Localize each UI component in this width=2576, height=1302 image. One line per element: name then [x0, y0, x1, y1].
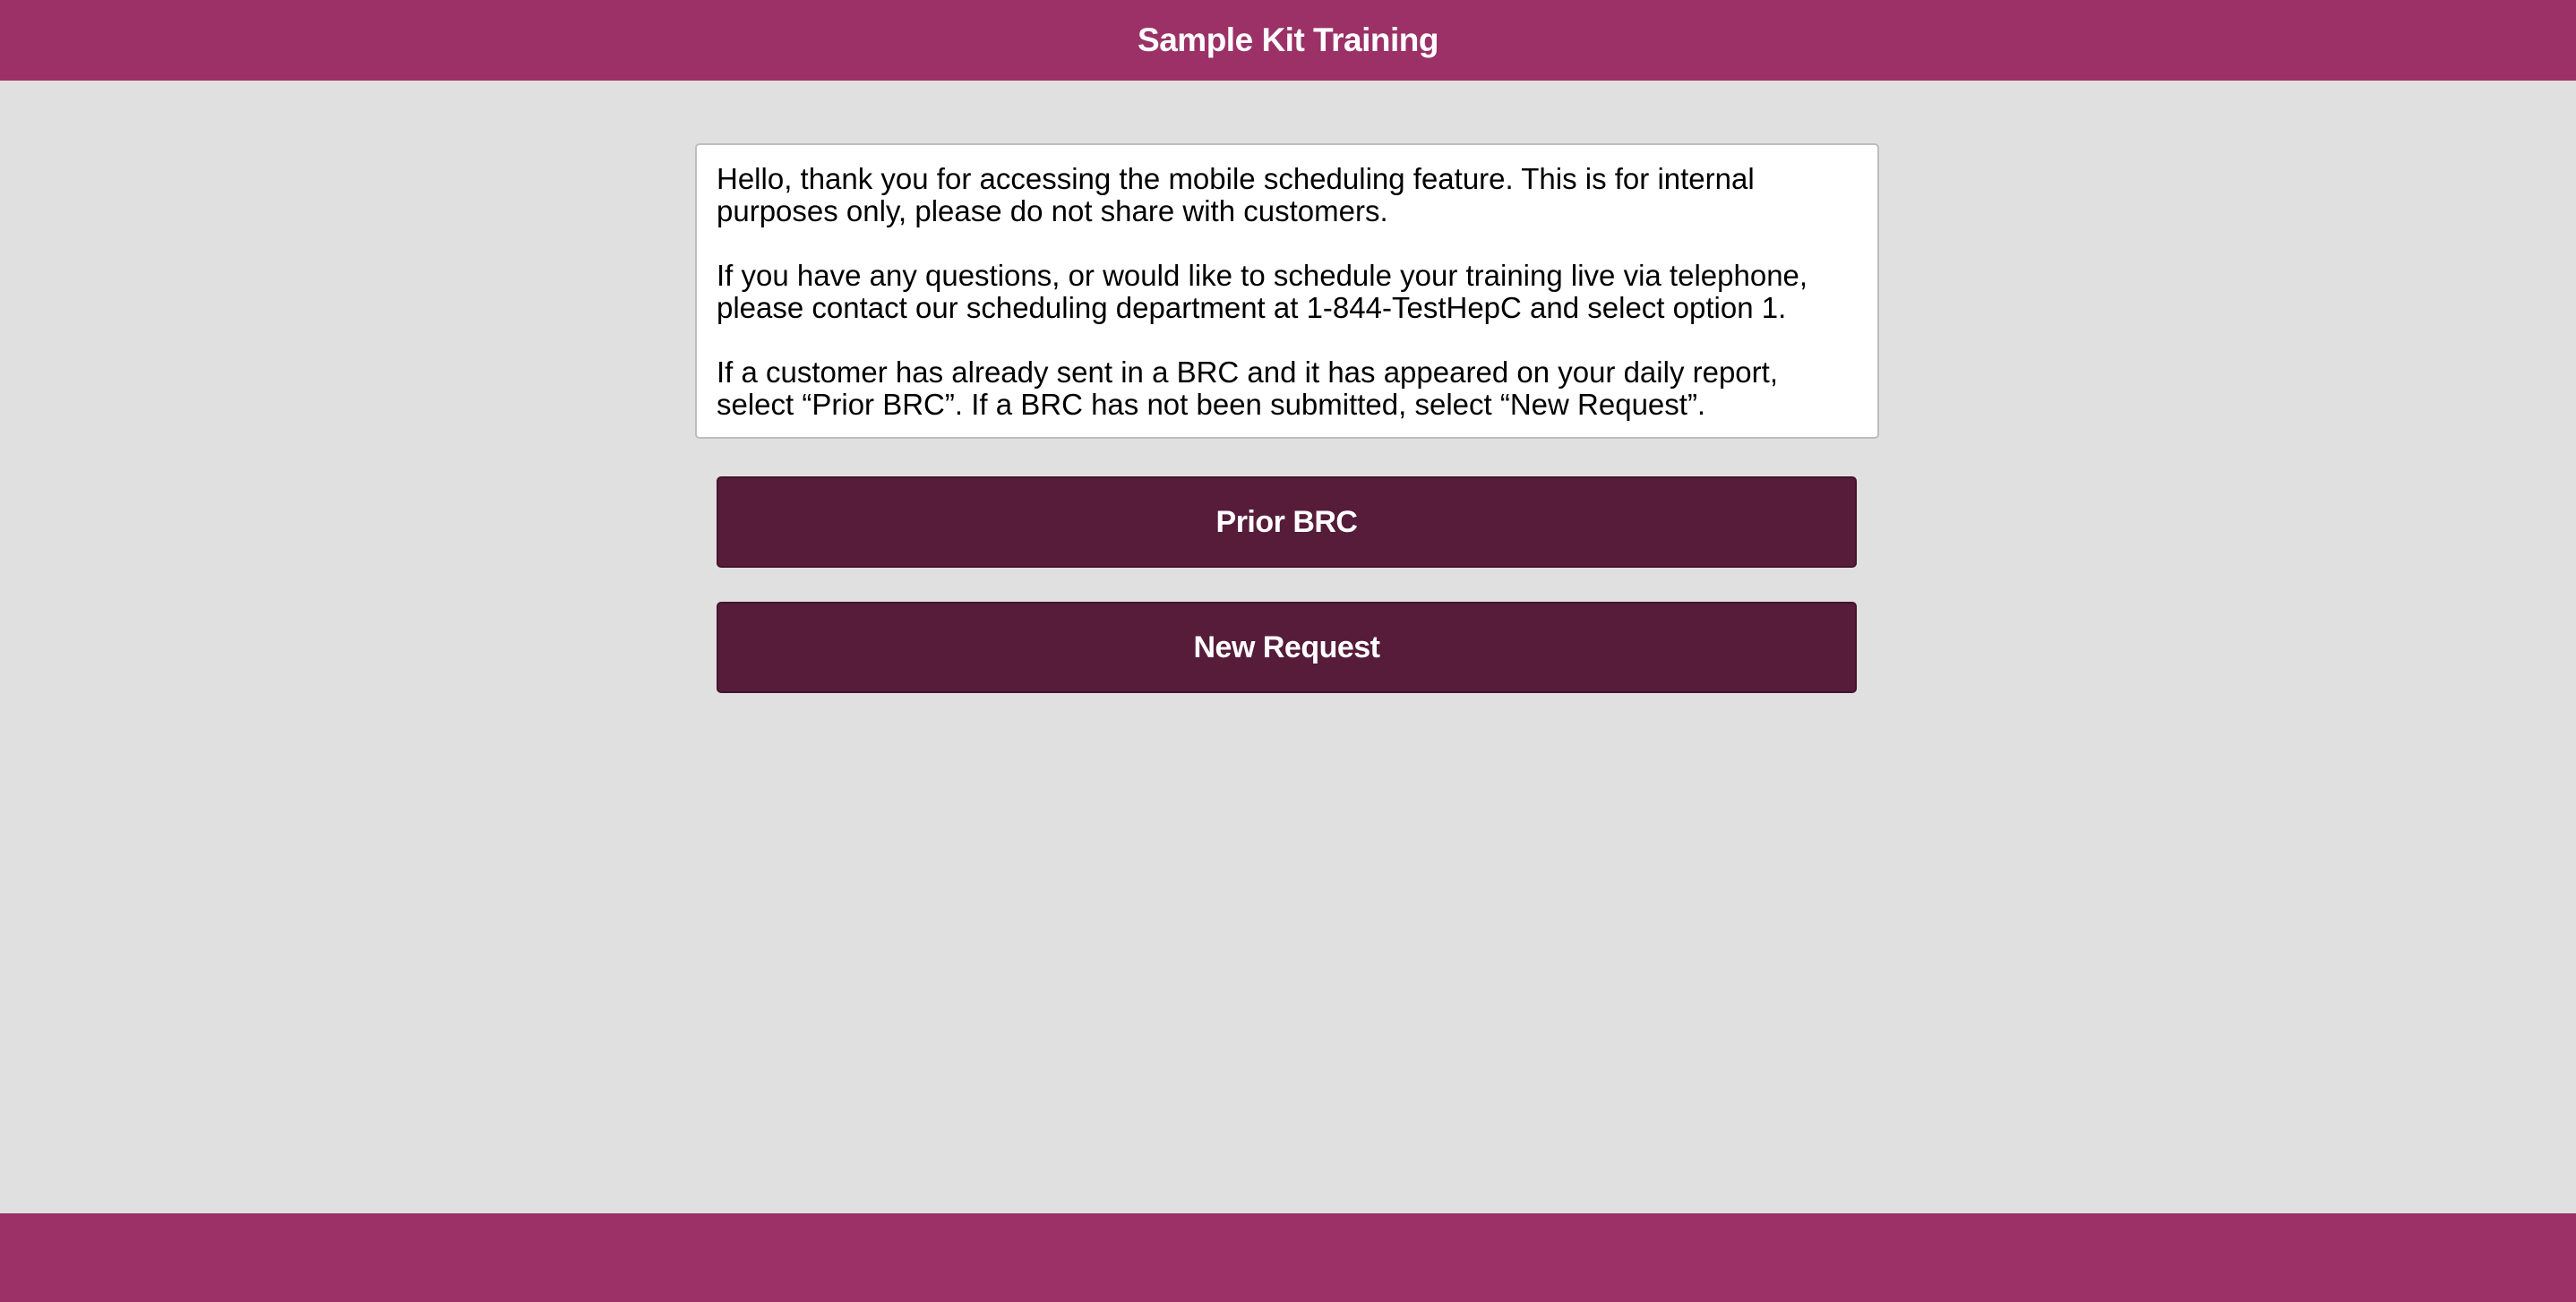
info-paragraph-internal-use: Hello, thank you for accessing the mobil… [717, 162, 1755, 227]
info-message-box: Hello, thank you for accessing the mobil… [695, 143, 1879, 439]
info-paragraph-contact: If you have any questions, or would like… [717, 259, 1808, 324]
app-footer [0, 1213, 2576, 1302]
new-request-button[interactable]: New Request [717, 602, 1857, 693]
info-paragraph-instructions: If a customer has already sent in a BRC … [717, 355, 1778, 421]
prior-brc-button[interactable]: Prior BRC [717, 476, 1857, 568]
app-header: Sample Kit Training [0, 0, 2576, 81]
page-title: Sample Kit Training [1138, 21, 1438, 58]
